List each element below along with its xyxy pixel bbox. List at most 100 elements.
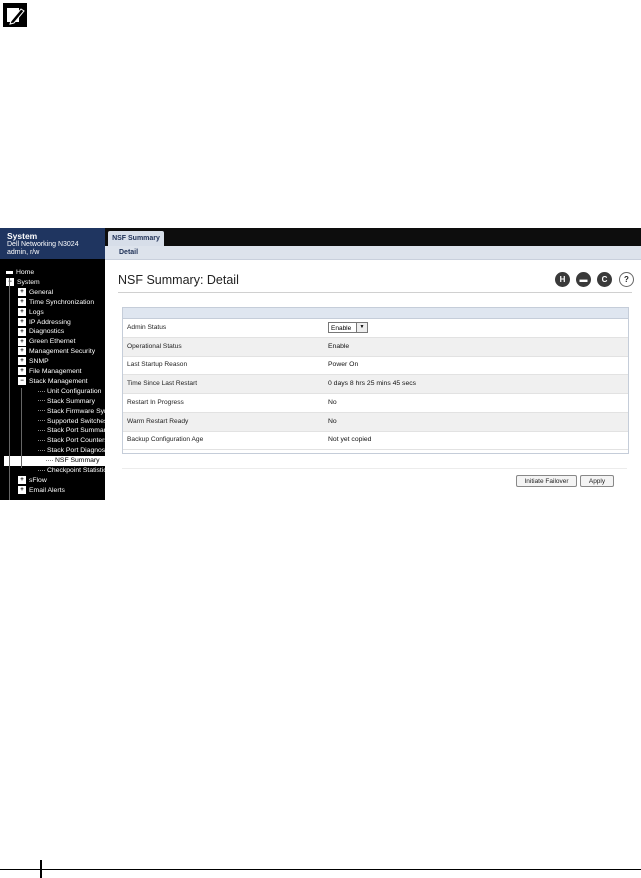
tree-guide-line <box>21 388 22 468</box>
row-label: Last Startup Reason <box>127 361 188 369</box>
row-value: Enable <box>328 342 350 350</box>
tree-item-label: Stack Summary <box>47 397 95 405</box>
row-label: Warm Restart Ready <box>127 417 189 425</box>
help-icon[interactable]: ? <box>619 272 634 287</box>
tree-item-label: Logs <box>29 308 44 316</box>
sidebar: System Dell Networking N3024 admin, r/w … <box>0 228 105 500</box>
tree-item[interactable]: + Diagnostics <box>18 327 64 337</box>
collapse-icon[interactable]: − <box>6 278 14 287</box>
expand-icon[interactable]: + <box>18 327 26 336</box>
expand-icon[interactable]: + <box>18 297 26 306</box>
apply-button[interactable]: Apply <box>580 475 614 487</box>
table-header <box>123 308 628 319</box>
admin-status-select[interactable]: Enable ▼ <box>328 322 368 333</box>
tree-connector <box>38 440 45 441</box>
tree-item[interactable]: + Time Synchronization <box>18 297 94 308</box>
tree-item[interactable]: + File Management <box>18 367 82 377</box>
tree-item-label: File Management <box>29 368 82 375</box>
refresh-icon[interactable]: C <box>597 272 612 287</box>
tree-item[interactable]: + Green Ethernet <box>18 337 75 347</box>
expand-icon[interactable]: + <box>18 347 26 356</box>
tree-connector <box>38 390 45 392</box>
tree-item[interactable]: + SNMP <box>18 357 49 367</box>
table-row: Warm Restart Ready No <box>123 412 628 432</box>
tree-item[interactable]: Stack Port Summar <box>38 426 105 436</box>
initiate-failover-button[interactable]: Initiate Failover <box>516 475 577 487</box>
tree-item-label: Diagnostics <box>29 328 65 336</box>
row-label: Admin Status <box>127 324 167 331</box>
table-row: Restart In Progress No <box>123 394 628 413</box>
tree-item-label: Stack Port Summar <box>47 427 105 435</box>
tree-item-label: Stack Management <box>29 377 88 385</box>
tree-item[interactable]: Unit Configuration <box>38 387 101 397</box>
expand-icon[interactable]: + <box>18 288 26 296</box>
expand-icon[interactable]: + <box>18 357 26 366</box>
row-label: Time Since Last Restart <box>127 380 198 388</box>
tree-item-label: IP Addressing <box>29 318 71 326</box>
tree-connector <box>38 400 45 402</box>
tree-item[interactable]: Stack Port Counters <box>38 436 105 446</box>
tree-item[interactable]: Stack Summary <box>38 397 95 407</box>
sidebar-header: System Dell Networking N3024 admin, r/w <box>0 228 105 259</box>
tab-bar: NSF Summary <box>105 228 641 246</box>
select-value: Enable <box>331 325 352 332</box>
expand-icon[interactable]: + <box>18 337 26 346</box>
tree-item[interactable]: + Management Security <box>18 347 95 357</box>
sidebar-title: System <box>7 231 38 241</box>
table-row: Last Startup Reason Power On <box>123 356 628 376</box>
print-icon[interactable]: ▬ <box>576 272 591 287</box>
table-row: Time Since Last Restart 0 days 8 hrs 25 m… <box>123 375 628 395</box>
sub-tab-bar: Detail <box>105 246 641 260</box>
tree-item[interactable]: + IP Addressing <box>18 317 71 328</box>
save-icon[interactable]: H <box>555 272 570 287</box>
expand-icon[interactable]: + <box>18 486 26 494</box>
tree-item-label: Stack Firmware Syn <box>47 407 105 415</box>
tree-item[interactable]: −System <box>6 278 40 288</box>
tree-connector <box>46 459 53 461</box>
collapse-icon[interactable]: − <box>18 377 26 386</box>
detail-table: Admin Status Enable ▼ Operational Status Ena… <box>122 307 629 454</box>
expand-icon[interactable]: + <box>18 317 26 326</box>
tree-connector <box>38 430 45 432</box>
row-label: Backup Configuration Age <box>127 436 204 444</box>
tree-item[interactable]: NSF Summary <box>4 456 105 467</box>
tree-item[interactable]: + Logs <box>18 307 44 318</box>
dropdown-arrow-icon[interactable]: ▼ <box>356 323 367 332</box>
tree-item-label: sFlow <box>29 476 47 484</box>
tree-guide-line <box>9 278 10 500</box>
tree-item[interactable]: − Stack Management <box>18 377 88 387</box>
tree-item[interactable]: + sFlow <box>18 476 47 486</box>
page-title: NSF Summary: Detail <box>118 273 239 287</box>
row-value: 0 days 8 hrs 25 mins 45 secs <box>328 380 417 388</box>
pencil-note-icon <box>3 3 27 27</box>
tree-item-label: Stack Port Counters <box>47 437 105 445</box>
tree-item[interactable]: Stack Port Diagnost <box>38 446 105 456</box>
tree-item-label: Stack Port Diagnost <box>47 447 105 455</box>
main-content: NSF Summary Detail NSF Summary: Detail H… <box>105 228 641 500</box>
tree-connector <box>38 420 45 422</box>
tree-item-label: Supported Switches <box>47 417 105 425</box>
tree-item-label: General <box>29 288 54 296</box>
tree-item[interactable]: + Email Alerts <box>18 486 65 496</box>
user-info: admin, r/w <box>7 249 40 256</box>
footer-divider <box>122 468 627 469</box>
row-value: No <box>328 398 337 406</box>
home-icon <box>6 270 13 274</box>
table-row: Backup Configuration Age Not yet copied <box>123 431 628 451</box>
tree-connector <box>38 469 45 471</box>
expand-icon[interactable]: + <box>18 476 26 485</box>
tree-item[interactable]: Checkpoint Statistic <box>38 466 105 476</box>
tree-item-label: Management Security <box>29 348 96 356</box>
tree-item-label: SNMP <box>29 358 49 366</box>
tree-item-label: Green Ethernet <box>29 338 76 346</box>
screenshot-frame: System Dell Networking N3024 admin, r/w … <box>0 228 641 500</box>
tree-item[interactable]: + General <box>18 288 53 298</box>
tree-item[interactable]: Home <box>6 268 34 278</box>
expand-icon[interactable]: + <box>18 367 26 376</box>
tree-item[interactable]: Stack Firmware Syn <box>38 407 105 417</box>
subtab-detail[interactable]: Detail <box>119 248 138 258</box>
tree-item[interactable]: Supported Switches <box>38 417 105 427</box>
expand-icon[interactable]: + <box>18 307 26 316</box>
tab-nsf-summary[interactable]: NSF Summary <box>108 231 164 246</box>
title-divider <box>118 292 632 293</box>
